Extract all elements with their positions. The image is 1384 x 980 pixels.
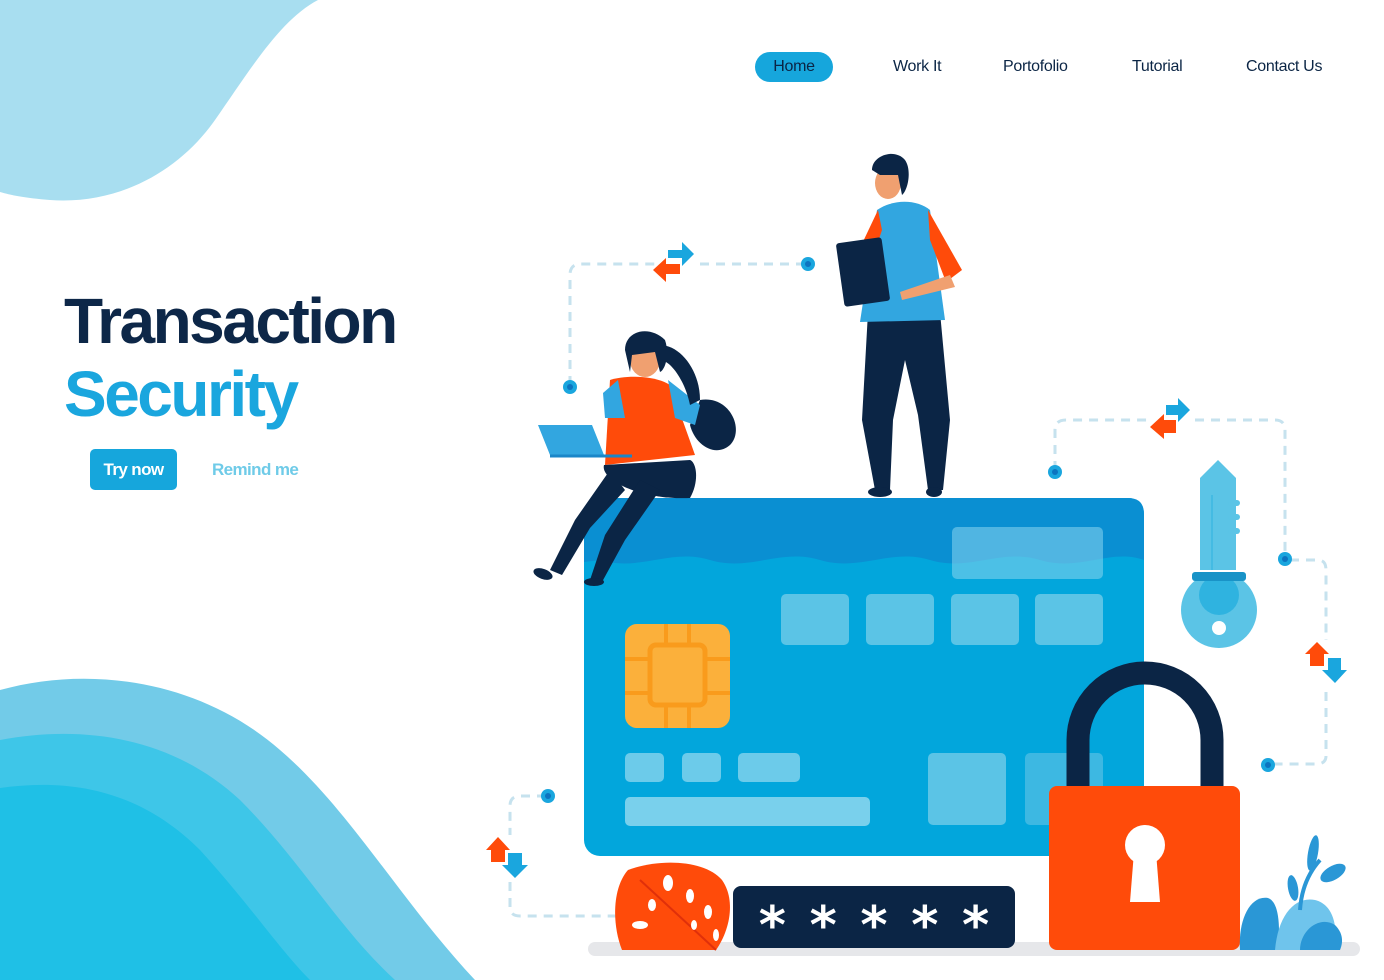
password-mask-char: * — [758, 896, 786, 956]
padlock-icon — [1049, 661, 1240, 950]
security-illustration — [486, 153, 1360, 956]
password-mask-char: * — [809, 896, 837, 956]
password-mask-char: * — [911, 896, 939, 956]
password-field: * * * * * — [733, 886, 1015, 952]
plant-icon — [1239, 835, 1346, 950]
transfer-arrows-icon — [486, 837, 528, 878]
transfer-arrows-icon — [1305, 642, 1347, 683]
key-icon — [1181, 460, 1257, 648]
password-mask-char: * — [860, 896, 888, 956]
standing-person-illustration — [836, 153, 962, 497]
transfer-arrows-icon — [653, 242, 694, 282]
card-chip-icon — [625, 624, 730, 728]
leaf-icon — [615, 862, 730, 951]
transfer-arrows-icon — [1150, 398, 1190, 439]
password-mask-char: * — [961, 896, 990, 956]
